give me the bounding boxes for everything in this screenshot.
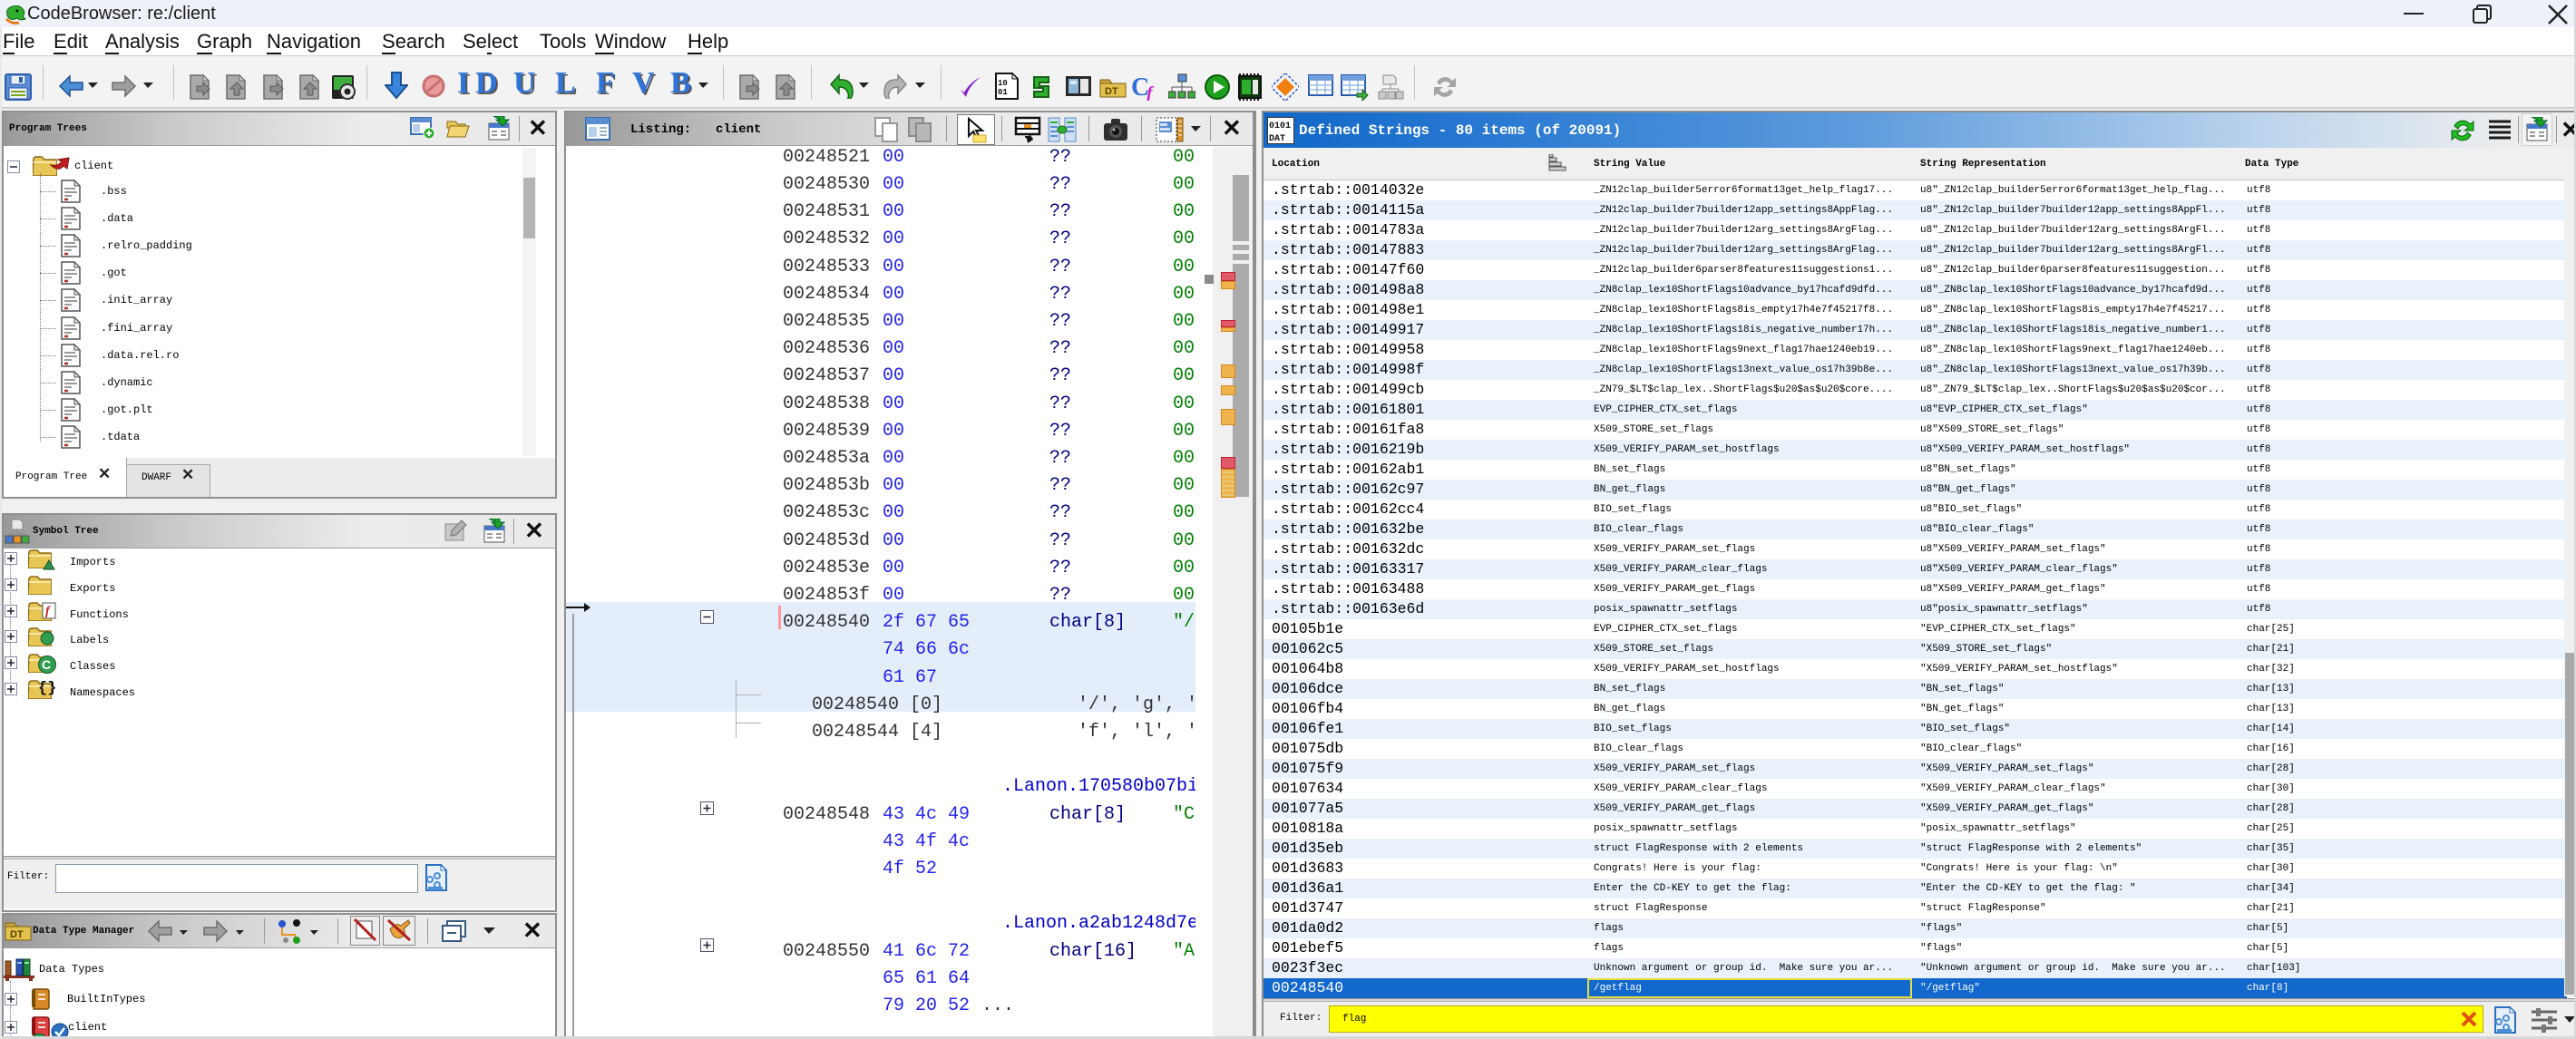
svg-text:C: C — [42, 657, 51, 672]
svg-text:f: f — [1147, 83, 1155, 101]
svg-text:0101: 0101 — [1269, 121, 1291, 131]
svg-text:DT: DT — [10, 929, 24, 940]
svg-text:01: 01 — [998, 88, 1008, 97]
svg-text:DT: DT — [1105, 86, 1118, 97]
svg-text:DAT: DAT — [1269, 134, 1285, 144]
svg-text:10: 10 — [998, 79, 1008, 88]
